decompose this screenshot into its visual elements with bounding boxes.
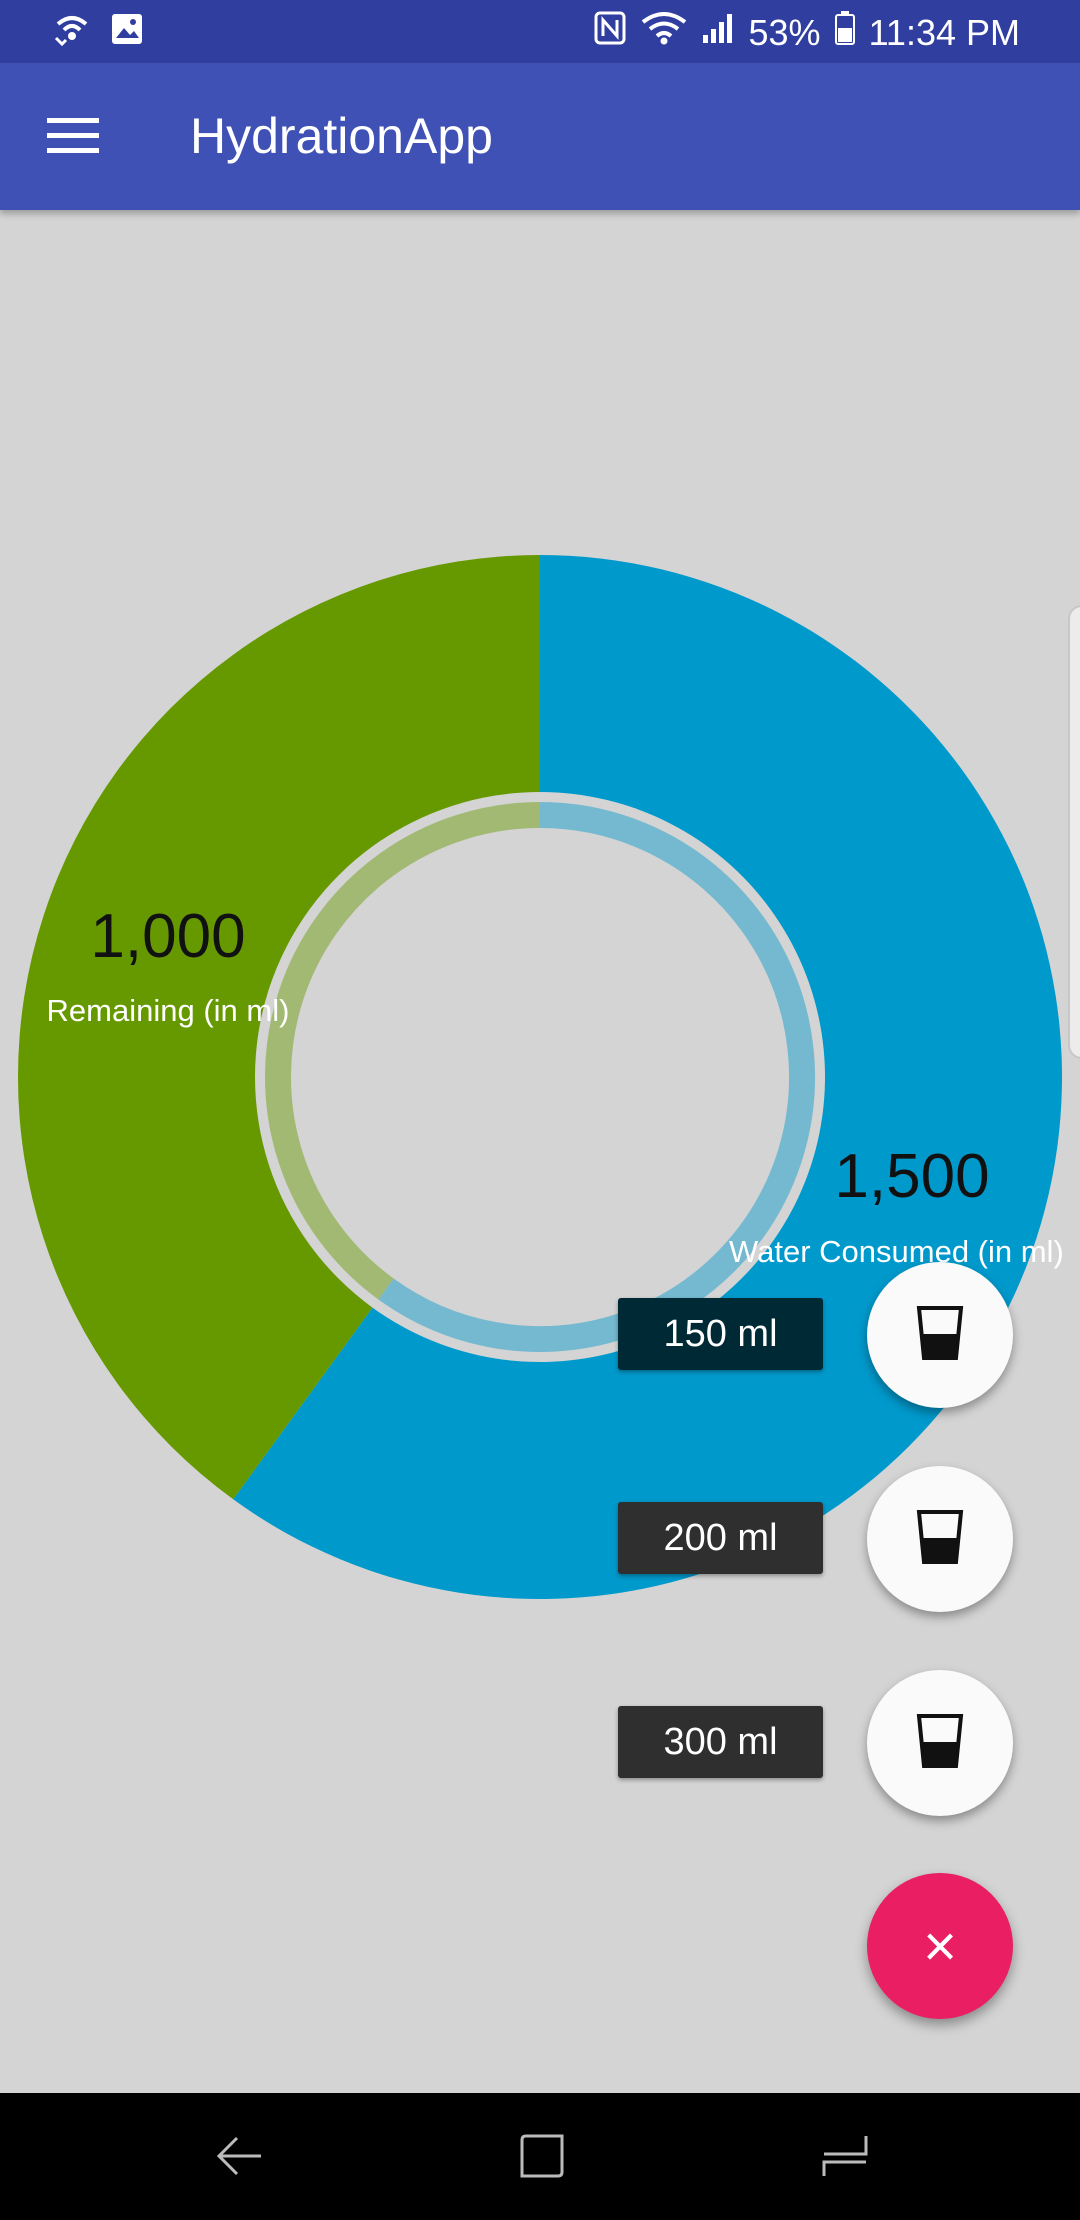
add-200ml-button[interactable] — [867, 1466, 1013, 1612]
close-speed-dial-button[interactable]: × — [867, 1873, 1013, 2019]
status-bar: 53% 11:34 PM — [0, 0, 1080, 63]
menu-button[interactable] — [40, 105, 106, 171]
amount-label-300[interactable]: 300 ml — [618, 1706, 823, 1778]
glass-icon — [915, 1304, 965, 1367]
home-icon — [518, 2132, 566, 2185]
add-150ml-button[interactable] — [867, 1262, 1013, 1408]
image-icon — [110, 12, 144, 53]
app-bar: HydrationApp — [0, 63, 1080, 210]
amount-label-150[interactable]: 150 ml — [618, 1298, 823, 1370]
close-icon: × — [923, 1913, 957, 1979]
back-button[interactable] — [205, 2123, 275, 2193]
wifi-icon — [641, 10, 687, 55]
consumed-value-label: 1,500 — [834, 1142, 989, 1211]
edge-panel-handle[interactable] — [1068, 605, 1080, 1059]
wifi-calling-icon — [52, 12, 92, 53]
recents-icon — [820, 2132, 870, 2185]
remaining-series-label: Remaining (in ml) — [47, 993, 290, 1028]
signal-icon — [701, 11, 735, 54]
add-300ml-button[interactable] — [867, 1670, 1013, 1816]
home-button[interactable] — [507, 2123, 577, 2193]
battery-icon — [834, 11, 855, 54]
back-icon — [215, 2134, 265, 2183]
battery-percentage: 53% — [748, 11, 821, 53]
remaining-value-label: 1,000 — [90, 902, 245, 971]
hamburger-menu-icon — [47, 116, 99, 161]
glass-icon — [915, 1712, 965, 1775]
glass-icon — [915, 1508, 965, 1571]
amount-label-200[interactable]: 200 ml — [618, 1502, 823, 1574]
consumed-series-label: Water Consumed (in ml) — [729, 1234, 1064, 1269]
nfc-icon — [593, 10, 627, 55]
app-title: HydrationApp — [190, 108, 493, 164]
navigation-bar — [0, 2093, 1080, 2220]
clock: 11:34 PM — [868, 11, 1020, 53]
recents-button[interactable] — [810, 2123, 880, 2193]
